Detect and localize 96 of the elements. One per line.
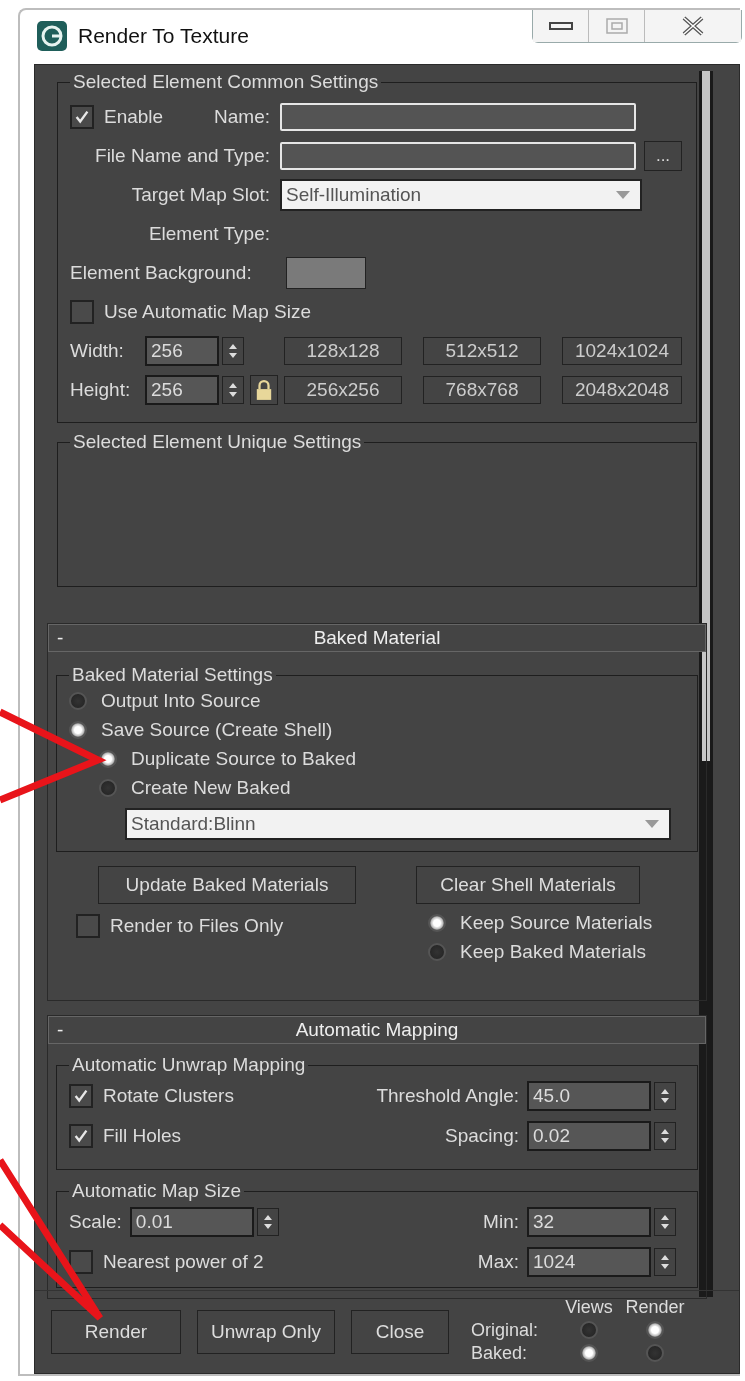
- column-label: Views: [564, 1296, 614, 1318]
- checkmark-icon: [72, 1127, 90, 1145]
- radio-label: Keep Source Materials: [460, 911, 653, 934]
- size-preset-button[interactable]: 128x128: [284, 336, 402, 365]
- clear-materials-button[interactable]: Clear Shell Materials: [416, 866, 640, 904]
- spinner-button[interactable]: [654, 1208, 676, 1236]
- spinner-button[interactable]: [654, 1248, 676, 1276]
- radio-button[interactable]: [99, 749, 117, 768]
- number-field[interactable]: 45.0: [527, 1081, 651, 1111]
- checkmark-icon: [72, 1087, 90, 1105]
- app-icon: [36, 20, 68, 52]
- number-field[interactable]: 256: [145, 335, 219, 366]
- field-label: Threshold Angle:: [375, 1085, 519, 1107]
- close-icon: [681, 16, 705, 36]
- spinner-button[interactable]: [654, 1082, 676, 1110]
- unwrap-only-button[interactable]: Unwrap Only: [197, 1310, 335, 1354]
- spinner-button[interactable]: [256, 1208, 279, 1236]
- field-label: Max:: [476, 1251, 519, 1273]
- field-label: Target Map Slot:: [130, 183, 270, 206]
- checkbox-label: Use Automatic Map Size: [104, 300, 311, 323]
- color-swatch[interactable]: [286, 256, 366, 289]
- radio-label: Create New Baked: [131, 776, 291, 799]
- radio-button[interactable]: [428, 942, 446, 961]
- close-dialog-button[interactable]: Close: [351, 1310, 449, 1354]
- spinner-button[interactable]: [222, 336, 244, 365]
- field-label: Element Background:: [70, 261, 253, 284]
- checkbox-label: Fill Holes: [103, 1125, 182, 1147]
- field-label: Name:: [213, 105, 270, 128]
- row-label: Original:: [471, 1319, 540, 1341]
- rollout-header[interactable]: - Baked Material: [48, 624, 706, 652]
- radio-label: Output Into Source: [101, 689, 261, 712]
- field-label: Min:: [482, 1211, 519, 1233]
- dropdown[interactable]: Standard:Blinn: [125, 808, 671, 840]
- radio-button[interactable]: [646, 1321, 664, 1339]
- dropdown-arrow-icon: [645, 820, 659, 828]
- radio-label: Save Source (Create Shell): [101, 718, 333, 741]
- radio-button[interactable]: [69, 691, 87, 710]
- row-label: Baked:: [471, 1342, 529, 1364]
- radio-label: Keep Baked Materials: [460, 940, 646, 963]
- spinner-button[interactable]: [654, 1122, 676, 1150]
- number-field[interactable]: 0.02: [527, 1121, 651, 1151]
- number-field[interactable]: 32: [527, 1207, 651, 1237]
- checkbox[interactable]: [70, 299, 94, 324]
- checkbox[interactable]: [76, 914, 100, 938]
- render-button[interactable]: Render: [51, 1310, 181, 1354]
- field-label: Spacing:: [444, 1125, 519, 1147]
- number-field[interactable]: 1024: [527, 1247, 651, 1277]
- checkbox-label: Nearest power of 2: [103, 1251, 264, 1273]
- radio-button[interactable]: [646, 1344, 664, 1362]
- padlock-icon: [255, 378, 273, 401]
- field-label: Width:: [70, 339, 125, 362]
- column-label: Render: [624, 1296, 686, 1318]
- lock-button[interactable]: [250, 374, 278, 405]
- checkbox-label: Rotate Clusters: [103, 1085, 234, 1107]
- checkbox[interactable]: [70, 104, 94, 129]
- update-materials-button[interactable]: Update Baked Materials: [98, 866, 356, 904]
- group-title: Baked Material Settings: [71, 664, 274, 686]
- browse-button[interactable]: ...: [644, 140, 682, 171]
- number-field[interactable]: 256: [145, 374, 219, 405]
- maximize-icon: [605, 18, 628, 34]
- size-preset-button[interactable]: 1024x1024: [562, 336, 682, 365]
- radio-label: Duplicate Source to Baked: [131, 747, 356, 770]
- size-preset-button[interactable]: 768x768: [423, 375, 541, 404]
- checkbox[interactable]: [69, 1084, 93, 1108]
- field-label: Element Type:: [147, 222, 270, 245]
- group-title: Selected Element Common Settings: [72, 71, 380, 93]
- minimize-icon: [548, 21, 573, 31]
- minimize-button[interactable]: [533, 10, 589, 42]
- dropdown-arrow-icon: [616, 190, 630, 199]
- size-preset-button[interactable]: 256x256: [284, 375, 402, 404]
- group-title: Automatic Unwrap Mapping: [71, 1054, 307, 1076]
- field-label: Scale:: [69, 1211, 122, 1233]
- radio-button[interactable]: [428, 913, 446, 932]
- scroll-bar[interactable]: [699, 71, 713, 1297]
- dropdown[interactable]: Self-Illumination: [280, 178, 642, 211]
- radio-button[interactable]: [580, 1321, 598, 1339]
- group-title: Automatic Map Size: [71, 1180, 242, 1202]
- group-title: Selected Element Unique Settings: [72, 431, 363, 453]
- file-name-field[interactable]: [280, 141, 636, 170]
- field-label: Height:: [70, 378, 132, 401]
- close-button[interactable]: [645, 10, 741, 42]
- spinner-button[interactable]: [222, 375, 244, 404]
- rollout-header[interactable]: - Automatic Mapping: [48, 1016, 706, 1044]
- radio-button[interactable]: [99, 778, 117, 797]
- size-preset-button[interactable]: 2048x2048: [562, 375, 682, 404]
- field-label: File Name and Type:: [94, 144, 270, 167]
- radio-button[interactable]: [580, 1344, 598, 1362]
- checkbox[interactable]: [69, 1250, 93, 1274]
- checkbox[interactable]: [69, 1124, 93, 1148]
- name-field[interactable]: [280, 102, 636, 131]
- checkbox-label: Render to Files Only: [110, 915, 284, 937]
- number-field[interactable]: 0.01: [129, 1207, 254, 1237]
- window-title: Render To Texture: [78, 24, 249, 48]
- checkbox-label: Enable: [104, 105, 164, 128]
- size-preset-button[interactable]: 512x512: [423, 336, 541, 365]
- radio-button[interactable]: [69, 720, 87, 739]
